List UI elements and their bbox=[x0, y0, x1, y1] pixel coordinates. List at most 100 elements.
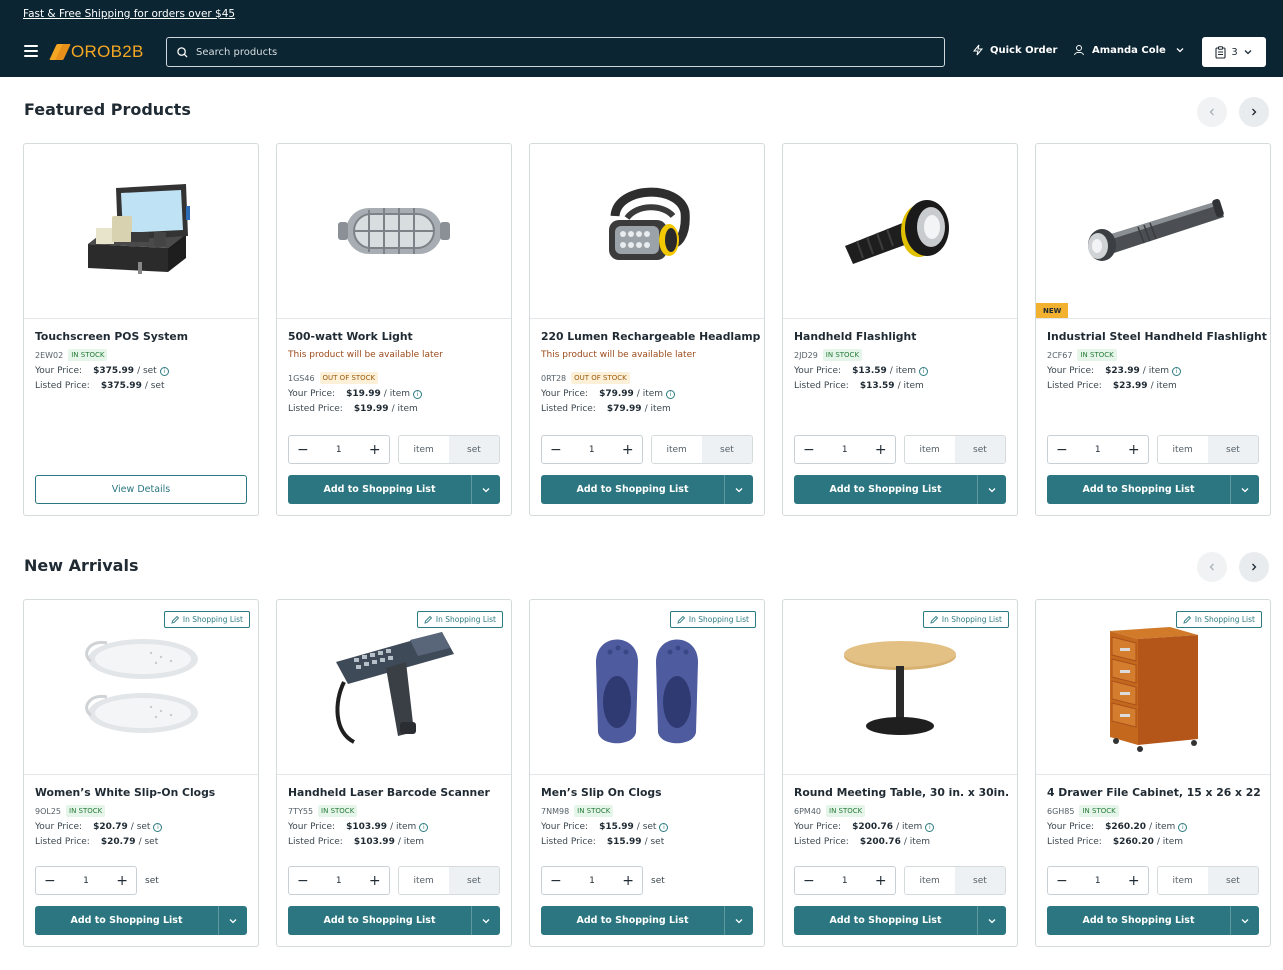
shopping-list-dropdown-toggle[interactable] bbox=[725, 906, 753, 935]
quick-order-button[interactable]: Quick Order bbox=[972, 44, 1057, 56]
search-box[interactable] bbox=[166, 37, 945, 67]
shopping-list-dropdown-toggle[interactable] bbox=[472, 906, 500, 935]
quantity-stepper[interactable]: − 1 + bbox=[541, 435, 643, 464]
carousel-prev-button[interactable] bbox=[1197, 552, 1227, 582]
plus-icon[interactable]: + bbox=[622, 874, 634, 888]
user-menu[interactable]: Amanda Cole bbox=[1073, 44, 1185, 56]
unit-option-item[interactable]: item bbox=[1157, 436, 1208, 463]
product-name[interactable]: Women’s White Slip-On Clogs bbox=[35, 786, 247, 799]
add-to-shopping-list-button[interactable]: Add to Shopping List bbox=[541, 906, 753, 935]
quantity-stepper[interactable]: − 1 + bbox=[1047, 435, 1149, 464]
shopping-list-dropdown-toggle[interactable] bbox=[978, 475, 1006, 504]
plus-icon[interactable]: + bbox=[369, 443, 381, 457]
in-shopping-list-badge[interactable]: In Shopping List bbox=[163, 611, 250, 628]
minus-icon[interactable]: − bbox=[550, 443, 562, 457]
product-image[interactable]: In Shopping List bbox=[1036, 600, 1270, 775]
plus-icon[interactable]: + bbox=[622, 443, 634, 457]
unit-selector[interactable]: item set bbox=[650, 435, 753, 464]
quantity-value[interactable]: 1 bbox=[1095, 445, 1101, 455]
unit-option-set[interactable]: set bbox=[954, 436, 1005, 463]
minus-icon[interactable]: − bbox=[803, 443, 815, 457]
product-image[interactable] bbox=[783, 144, 1017, 319]
quantity-value[interactable]: 1 bbox=[589, 445, 595, 455]
add-to-shopping-list-button[interactable]: Add to Shopping List bbox=[1047, 906, 1259, 935]
quantity-stepper[interactable]: − 1 + bbox=[541, 866, 643, 895]
unit-selector[interactable]: item set bbox=[903, 435, 1006, 464]
quantity-stepper[interactable]: − 1 + bbox=[35, 866, 137, 895]
unit-option-set[interactable]: set bbox=[701, 436, 752, 463]
info-icon[interactable]: i bbox=[925, 822, 935, 832]
product-image[interactable]: In Shopping List bbox=[783, 600, 1017, 775]
unit-option-set[interactable]: set bbox=[1207, 867, 1258, 894]
search-input[interactable] bbox=[196, 46, 896, 58]
minus-icon[interactable]: − bbox=[1056, 443, 1068, 457]
minus-icon[interactable]: − bbox=[44, 874, 56, 888]
quantity-stepper[interactable]: − 1 + bbox=[288, 866, 390, 895]
info-icon[interactable]: i bbox=[1172, 366, 1182, 376]
product-name[interactable]: 220 Lumen Rechargeable Headlamp bbox=[541, 330, 760, 343]
shopping-list-dropdown-toggle[interactable] bbox=[1231, 475, 1259, 504]
carousel-prev-button[interactable] bbox=[1197, 97, 1227, 127]
quantity-stepper[interactable]: − 1 + bbox=[794, 435, 896, 464]
shopping-list-dropdown-toggle[interactable] bbox=[725, 475, 753, 504]
product-image[interactable] bbox=[530, 144, 764, 319]
unit-option-item[interactable]: item bbox=[904, 436, 955, 463]
product-name[interactable]: Touchscreen POS System bbox=[35, 330, 247, 343]
product-image[interactable]: In Shopping List bbox=[277, 600, 511, 775]
unit-selector[interactable]: item set bbox=[397, 435, 500, 464]
info-icon[interactable]: i bbox=[919, 366, 929, 376]
product-image[interactable] bbox=[24, 144, 258, 319]
unit-option-set[interactable]: set bbox=[954, 867, 1005, 894]
quantity-value[interactable]: 1 bbox=[336, 876, 342, 886]
shopping-list-dropdown-toggle[interactable] bbox=[472, 475, 500, 504]
product-name[interactable]: Industrial Steel Handheld Flashlight bbox=[1047, 330, 1267, 343]
promo-link[interactable]: Fast & Free Shipping for orders over $45 bbox=[23, 8, 235, 20]
plus-icon[interactable]: + bbox=[875, 443, 887, 457]
product-name[interactable]: Handheld Laser Barcode Scanner bbox=[288, 786, 500, 799]
unit-option-set[interactable]: set bbox=[448, 436, 499, 463]
add-to-shopping-list-button[interactable]: Add to Shopping List bbox=[1047, 475, 1259, 504]
menu-icon[interactable] bbox=[24, 45, 38, 57]
quantity-value[interactable]: 1 bbox=[336, 445, 342, 455]
logo[interactable]: OROB2B bbox=[49, 41, 144, 63]
product-image[interactable] bbox=[277, 144, 511, 319]
in-shopping-list-badge[interactable]: In Shopping List bbox=[669, 611, 756, 628]
product-image[interactable]: In Shopping List bbox=[24, 600, 258, 775]
add-to-shopping-list-button[interactable]: Add to Shopping List bbox=[794, 475, 1006, 504]
product-name[interactable]: Men’s Slip On Clogs bbox=[541, 786, 753, 799]
minus-icon[interactable]: − bbox=[297, 874, 309, 888]
minus-icon[interactable]: − bbox=[550, 874, 562, 888]
quantity-stepper[interactable]: − 1 + bbox=[288, 435, 390, 464]
quantity-value[interactable]: 1 bbox=[83, 876, 89, 886]
product-name[interactable]: Round Meeting Table, 30 in. x 30in. bbox=[794, 786, 1009, 799]
minus-icon[interactable]: − bbox=[1056, 874, 1068, 888]
quantity-stepper[interactable]: − 1 + bbox=[1047, 866, 1149, 895]
carousel-next-button[interactable] bbox=[1239, 97, 1269, 127]
plus-icon[interactable]: + bbox=[116, 874, 128, 888]
in-shopping-list-badge[interactable]: In Shopping List bbox=[922, 611, 1009, 628]
plus-icon[interactable]: + bbox=[1128, 443, 1140, 457]
info-icon[interactable]: i bbox=[1178, 822, 1188, 832]
info-icon[interactable]: i bbox=[666, 389, 676, 399]
minus-icon[interactable]: − bbox=[803, 874, 815, 888]
minus-icon[interactable]: − bbox=[297, 443, 309, 457]
view-details-button[interactable]: View Details bbox=[35, 475, 247, 504]
shopping-list-button[interactable]: 3 bbox=[1202, 37, 1266, 67]
quantity-stepper[interactable]: − 1 + bbox=[794, 866, 896, 895]
unit-option-set[interactable]: set bbox=[448, 867, 499, 894]
unit-selector[interactable]: item set bbox=[397, 866, 500, 895]
add-to-shopping-list-button[interactable]: Add to Shopping List bbox=[541, 475, 753, 504]
info-icon[interactable]: i bbox=[659, 822, 669, 832]
carousel-next-button[interactable] bbox=[1239, 552, 1269, 582]
product-name[interactable]: 4 Drawer File Cabinet, 15 x 26 x 22 bbox=[1047, 786, 1261, 799]
product-name[interactable]: Handheld Flashlight bbox=[794, 330, 1006, 343]
unit-selector[interactable]: item set bbox=[1156, 866, 1259, 895]
info-icon[interactable]: i bbox=[159, 366, 169, 376]
quantity-value[interactable]: 1 bbox=[842, 445, 848, 455]
unit-selector[interactable]: item set bbox=[1156, 435, 1259, 464]
in-shopping-list-badge[interactable]: In Shopping List bbox=[1175, 611, 1262, 628]
unit-option-item[interactable]: item bbox=[398, 867, 449, 894]
info-icon[interactable]: i bbox=[153, 822, 163, 832]
in-shopping-list-badge[interactable]: In Shopping List bbox=[416, 611, 503, 628]
unit-option-set[interactable]: set bbox=[1207, 436, 1258, 463]
